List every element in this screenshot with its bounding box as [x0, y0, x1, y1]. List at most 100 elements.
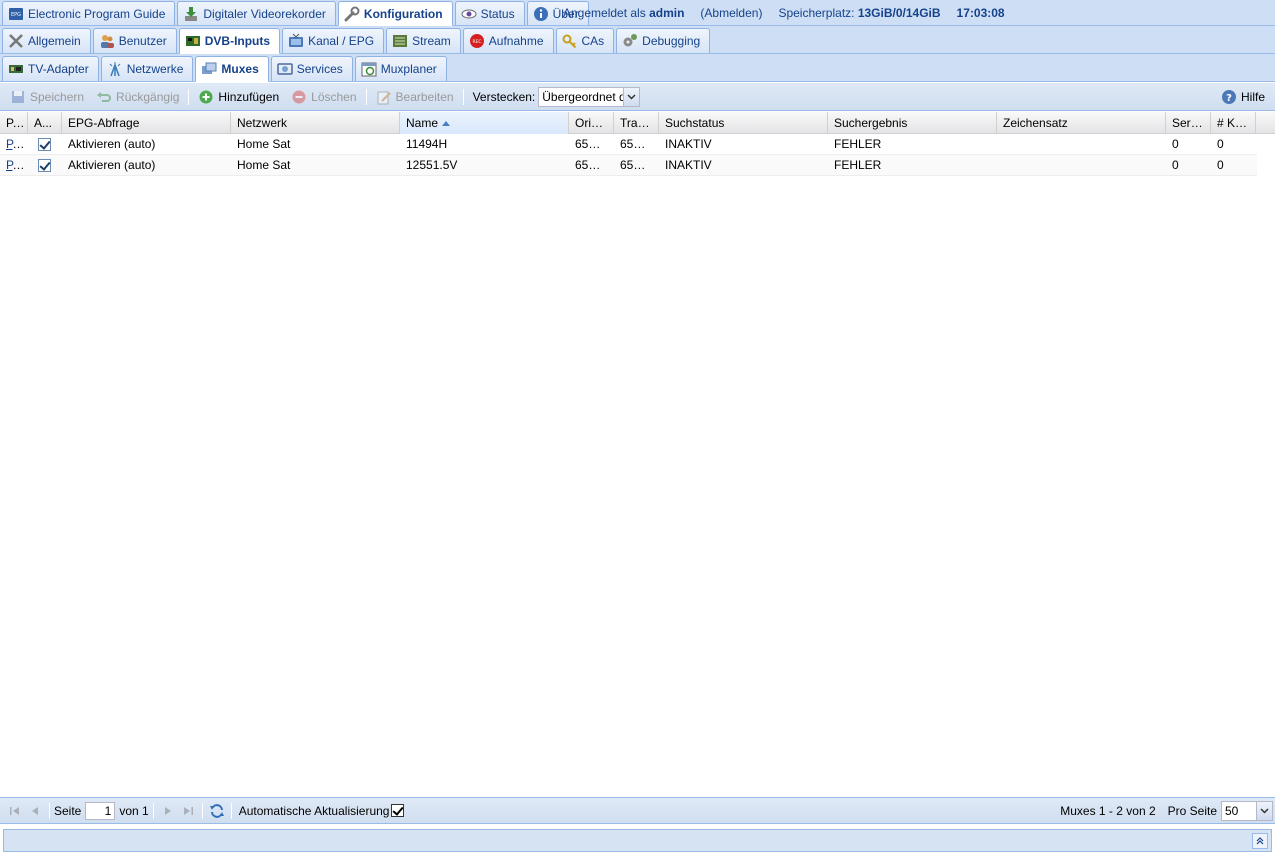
pager-separator: [152, 802, 154, 819]
toolbar-separator: [188, 88, 190, 105]
column-scan-status[interactable]: Suchstatus: [659, 112, 828, 134]
tab-networks[interactable]: Netzwerke: [100, 56, 194, 81]
tab-muxes[interactable]: Muxes: [195, 56, 269, 82]
refresh-icon[interactable]: [207, 801, 227, 821]
play-link[interactable]: P...: [6, 158, 24, 172]
toolbar-separator: [462, 88, 464, 105]
pager-right: Muxes 1 - 2 von 2 Pro Seite 50: [1060, 800, 1273, 821]
record-icon: REC: [469, 33, 485, 49]
scan-status-cell: INAKTIV: [665, 158, 712, 172]
logout-link[interactable]: (Abmelden): [700, 6, 762, 20]
column-tsid[interactable]: Tran...: [614, 112, 659, 134]
tab-cas[interactable]: CAs: [555, 28, 615, 53]
gears-icon: [622, 33, 638, 49]
column-network[interactable]: Netzwerk: [231, 112, 400, 134]
column-onid[interactable]: Origi...: [569, 112, 614, 134]
channels-cell: 0: [1217, 137, 1224, 151]
download-icon: [183, 6, 199, 22]
tab-label: TV-Adapter: [28, 62, 89, 76]
tab-users[interactable]: Benutzer: [92, 28, 177, 53]
column-channels[interactable]: # Ka...: [1211, 112, 1256, 134]
auto-refresh-checkbox[interactable]: [391, 804, 405, 817]
name-cell: 12551.5V: [406, 158, 458, 172]
column-play[interactable]: P...: [0, 112, 28, 134]
undo-button[interactable]: Rückgängig: [90, 86, 185, 108]
grid-toolbar: Speichern Rückgängig Hinzufügen Löschen …: [0, 83, 1275, 111]
tab-debugging[interactable]: Debugging: [616, 28, 711, 53]
add-icon: [198, 89, 214, 105]
adapter-icon: [8, 61, 24, 77]
tab-muxplanner[interactable]: Muxplaner: [354, 56, 447, 81]
column-epg[interactable]: EPG-Abfrage: [62, 112, 231, 134]
onid-cell: 65535: [575, 158, 609, 172]
hide-select-value: Übergeordnet d: [542, 89, 624, 104]
tab-label: Netzwerke: [126, 62, 184, 76]
scan-result-cell: FEHLER: [834, 158, 882, 172]
services-cell: 0: [1172, 158, 1179, 172]
column-name[interactable]: Name: [400, 112, 569, 134]
hide-select[interactable]: Übergeordnet d: [538, 86, 641, 107]
column-services[interactable]: Serv...: [1166, 112, 1211, 134]
undo-icon: [96, 89, 112, 105]
expand-icon[interactable]: [1252, 833, 1268, 849]
tab-configuration[interactable]: Konfiguration: [337, 1, 453, 26]
storage-label: Speicherplatz:: [778, 5, 855, 20]
prev-page-icon[interactable]: [25, 801, 45, 821]
tab-services[interactable]: Services: [270, 56, 353, 81]
tab-label: Benutzer: [118, 34, 167, 48]
tab-label: Muxes: [221, 62, 259, 76]
tab-tv-adapter[interactable]: TV-Adapter: [2, 56, 99, 81]
last-page-icon[interactable]: [178, 801, 198, 821]
tab-label: Aufnahme: [488, 34, 544, 48]
tab-stream[interactable]: Stream: [386, 28, 461, 53]
config-tab-bar: Allgemein Benutzer DVB-Inputs Kanal / EP…: [0, 26, 1275, 54]
page-input[interactable]: 1: [85, 801, 116, 820]
column-charset[interactable]: Zeichensatz: [997, 112, 1166, 134]
tab-status[interactable]: Status: [454, 1, 525, 25]
storage-value: 13GiB/0/14GiB: [857, 5, 941, 20]
play-link[interactable]: P...: [6, 137, 24, 151]
epg-cell: Aktivieren (auto): [68, 137, 156, 151]
column-scan-result[interactable]: Suchergebnis: [828, 112, 997, 134]
add-button[interactable]: Hinzufügen: [192, 86, 285, 108]
tab-label: Konfiguration: [363, 6, 443, 21]
username: admin: [649, 5, 685, 20]
table-row[interactable]: P... Aktivieren (auto) Home Sat 11494H 6…: [0, 134, 1257, 155]
per-page-select[interactable]: 50: [1221, 800, 1273, 821]
scan-status-cell: INAKTIV: [665, 137, 712, 151]
save-button[interactable]: Speichern: [4, 86, 90, 108]
next-page-icon[interactable]: [158, 801, 178, 821]
tab-dvr[interactable]: Digitaler Videorekorder: [177, 1, 336, 25]
tab-epg[interactable]: EPG Electronic Program Guide: [2, 1, 176, 25]
table-row[interactable]: P... Aktivieren (auto) Home Sat 12551.5V…: [0, 155, 1257, 176]
session-info: Angemeldet als admin (Abmelden) Speicher…: [563, 0, 1005, 25]
edit-button[interactable]: Bearbeiten: [370, 86, 460, 108]
hide-label: Verstecken:: [472, 89, 536, 104]
delete-button[interactable]: Löschen: [285, 86, 362, 108]
first-page-icon[interactable]: [5, 801, 25, 821]
tab-label: Status: [480, 6, 515, 21]
chevron-down-icon[interactable]: [623, 87, 640, 106]
tv-icon: [288, 33, 304, 49]
tab-dvb-inputs[interactable]: DVB-Inputs: [178, 28, 281, 54]
mux-icon: [201, 61, 217, 77]
antenna-icon: [107, 61, 123, 77]
auto-refresh-label: Automatische Aktualisierung: [238, 803, 390, 818]
tab-general[interactable]: Allgemein: [2, 28, 91, 53]
chevron-down-icon[interactable]: [1256, 801, 1272, 820]
column-enabled[interactable]: A...: [28, 112, 62, 134]
enabled-checkbox[interactable]: [38, 138, 51, 152]
enabled-checkbox[interactable]: [38, 159, 51, 173]
tab-label: Electronic Program Guide: [28, 6, 166, 21]
tab-label: Services: [296, 62, 343, 76]
toolbar-separator: [365, 88, 367, 105]
tab-channel-epg[interactable]: Kanal / EPG: [282, 28, 385, 53]
tools-icon: [8, 33, 24, 49]
network-cell: Home Sat: [237, 137, 291, 151]
channels-cell: 0: [1217, 158, 1224, 172]
epg-cell: Aktivieren (auto): [68, 158, 156, 172]
name-cell: 11494H: [406, 137, 448, 151]
tab-recording[interactable]: REC Aufnahme: [462, 28, 554, 53]
help-button[interactable]: ? Hilfe: [1221, 89, 1265, 105]
tab-label: Stream: [412, 34, 451, 48]
